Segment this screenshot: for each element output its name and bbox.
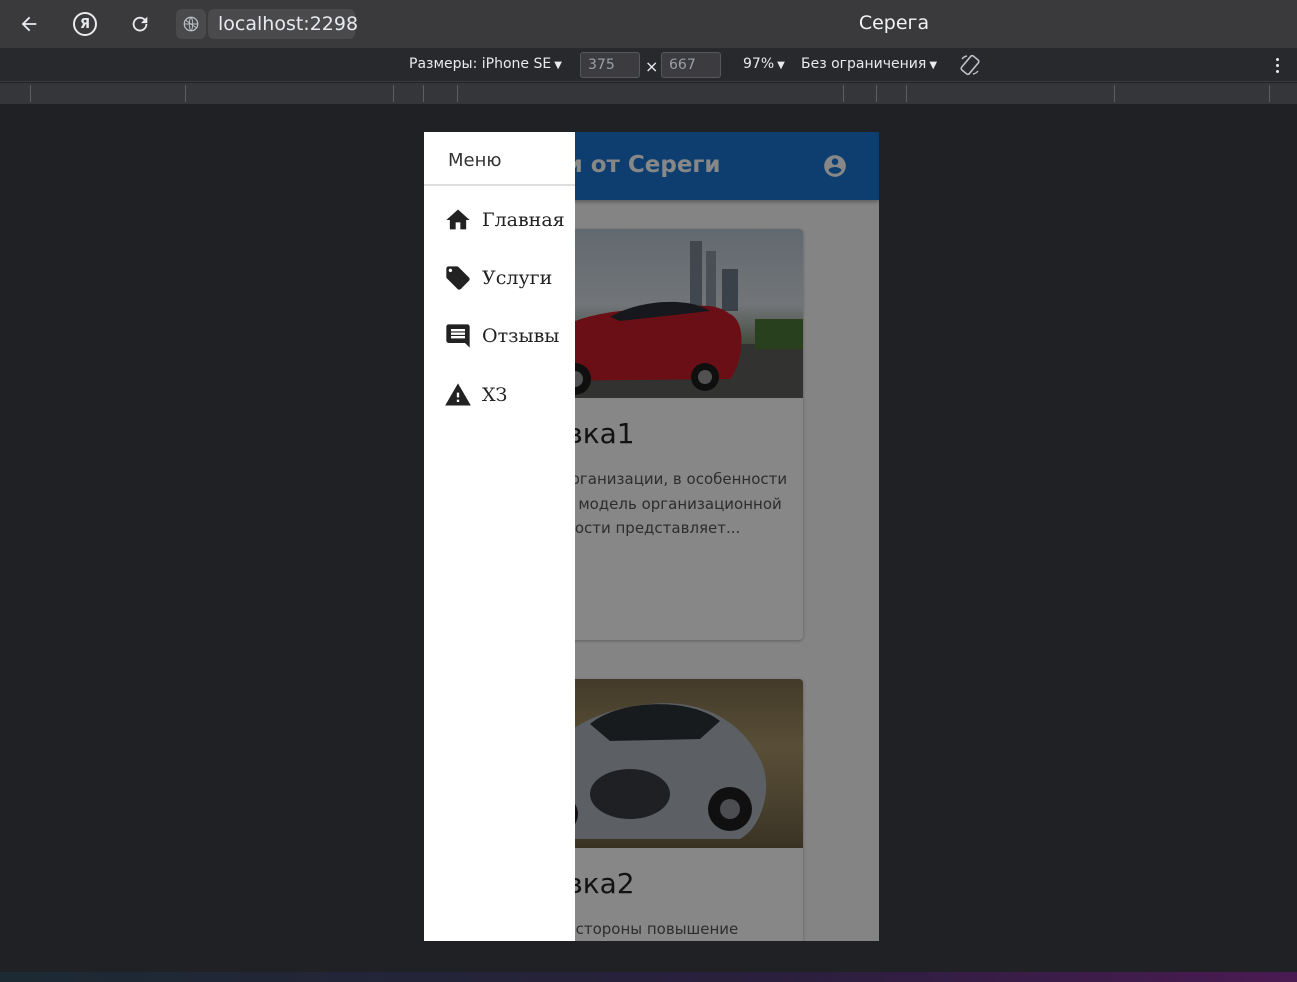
page-title: Серега: [858, 12, 930, 34]
home-icon: [446, 209, 470, 230]
yandex-icon: Я: [73, 12, 97, 36]
warning-icon: [445, 383, 471, 406]
comment-icon: [446, 324, 470, 348]
reload-icon: [132, 16, 148, 32]
throttle-label: Без ограничения: [801, 56, 927, 72]
device-viewport: Тачки от Сереги Тусовка1 Задача организа…: [424, 132, 879, 941]
more-options-button[interactable]: [1270, 54, 1284, 76]
taskbar-edge: [0, 972, 1297, 982]
dropdown-caret-icon: ▼: [554, 60, 562, 71]
drawer-item-services[interactable]: Услуги: [424, 258, 575, 298]
globe-icon: [183, 16, 199, 32]
throttle-select[interactable]: Без ограничения ▼: [801, 56, 937, 72]
drawer-item-label: Услуги: [482, 267, 553, 289]
browser-toolbar: Я localhost:2298 Серега: [0, 0, 1297, 48]
address-bar[interactable]: localhost:2298: [208, 9, 358, 39]
navigation-drawer: Меню Главная Услуги Отзывы ХЗ: [424, 132, 575, 941]
dropdown-caret-icon: ▼: [929, 60, 938, 71]
drawer-item-reviews[interactable]: Отзывы: [424, 316, 575, 356]
width-input[interactable]: 375: [580, 52, 640, 78]
back-button[interactable]: [13, 8, 45, 40]
tag-icon: [446, 266, 470, 290]
dimension-separator: ×: [645, 57, 659, 76]
rotate-icon: [960, 54, 980, 76]
drawer-item-home[interactable]: Главная: [424, 200, 575, 240]
drawer-item-label: Отзывы: [482, 325, 560, 347]
dropdown-caret-icon: ▼: [777, 60, 785, 71]
drawer-item-label: ХЗ: [482, 384, 508, 406]
height-input[interactable]: 667: [661, 52, 721, 78]
zoom-label: 97%: [743, 56, 775, 72]
rotate-button[interactable]: [958, 53, 982, 77]
drawer-item-label: Главная: [482, 209, 565, 231]
reload-button[interactable]: [124, 8, 156, 40]
media-query-ruler[interactable]: [0, 83, 1297, 104]
drawer-header: Меню: [424, 132, 575, 186]
yandex-button[interactable]: Я: [69, 8, 101, 40]
site-info-button[interactable]: [176, 9, 206, 39]
arrow-left-icon: [21, 16, 37, 32]
device-toolbar: Размеры: iPhone SE ▼ 375 × 667 97% ▼ Без о…: [0, 48, 1297, 82]
device-select[interactable]: Размеры: iPhone SE ▼: [409, 56, 562, 72]
zoom-select[interactable]: 97% ▼: [743, 56, 785, 72]
device-label: Размеры: iPhone SE: [409, 56, 552, 72]
kebab-menu-icon: [1275, 57, 1279, 61]
drawer-item-misc[interactable]: ХЗ: [424, 375, 575, 415]
